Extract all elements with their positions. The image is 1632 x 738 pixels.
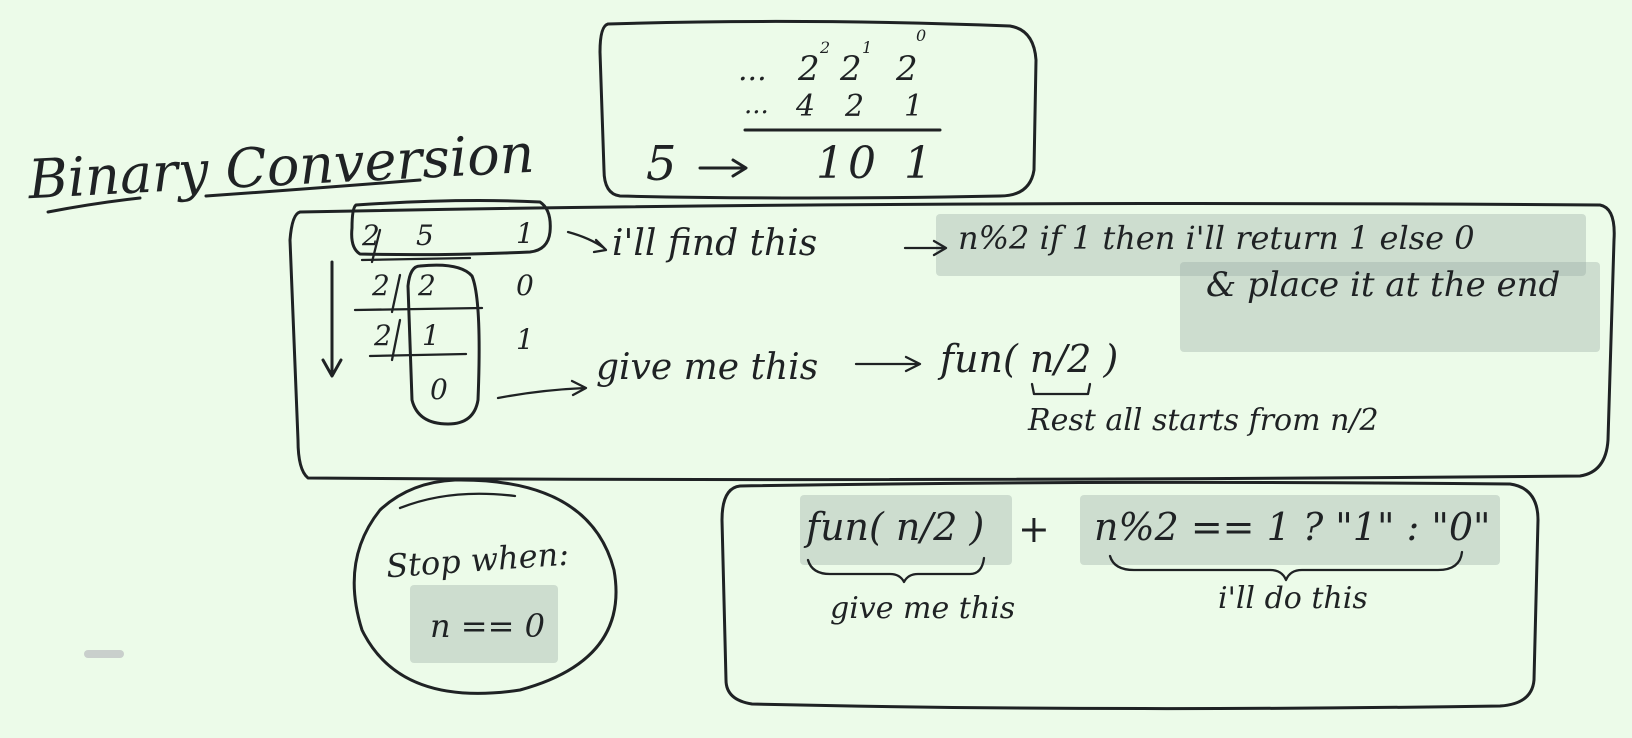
bit-2: 0 — [848, 138, 876, 189]
row2-divisor: 2 — [372, 269, 390, 302]
bit-1: 1 — [816, 138, 844, 189]
power-2-exponent: 2 — [820, 38, 831, 57]
row3-remainder: 1 — [516, 323, 534, 356]
table-rule-1 — [360, 256, 472, 262]
formula-plus: + — [1018, 507, 1050, 551]
input-five: 5 — [646, 136, 677, 192]
final-quotient: 0 — [430, 373, 448, 406]
call-underbrace — [806, 556, 986, 584]
stop-circle-overlap — [398, 492, 517, 510]
power-0: 2 — [896, 49, 918, 89]
row2-remainder: 0 — [516, 269, 534, 302]
horizontal-scrollbar-thumb[interactable] — [84, 650, 124, 658]
power-1: 2 — [840, 49, 862, 89]
row3-divisor: 2 — [374, 319, 392, 352]
arrow-find-expr — [903, 239, 948, 257]
bit-3: 1 — [904, 138, 932, 189]
stop-condition: n == 0 — [430, 607, 545, 645]
table-bracket-2 — [390, 273, 402, 314]
power-0-exponent: 0 — [916, 26, 927, 45]
row1-remainder: 1 — [516, 217, 534, 250]
whiteboard-canvas: Binary Conversion ... 2 2 2 1 2 0 ... 4 … — [0, 0, 1632, 738]
value-2: 2 — [845, 89, 865, 124]
power-1-exponent: 1 — [862, 38, 873, 57]
n-half-underbrace — [1030, 382, 1092, 396]
row1-divisor: 2 — [362, 219, 380, 252]
find-expression: n%2 if 1 then i'll return 1 else 0 — [958, 219, 1475, 257]
ternary-note: i'll do this — [1218, 581, 1368, 616]
row3-dividend: 1 — [422, 319, 440, 352]
arrow-give — [496, 379, 588, 400]
formula-ternary: n%2 == 1 ? "1" : "0" — [1094, 505, 1491, 549]
value-4: 4 — [796, 89, 816, 124]
arrow-find — [566, 230, 608, 254]
row1-dividend: 5 — [416, 219, 434, 252]
value-1: 1 — [904, 89, 924, 124]
table-bracket-3 — [390, 318, 402, 362]
formula-call: fun( n/2 ) — [806, 505, 985, 549]
rest-note: Rest all starts from n/2 — [1028, 403, 1379, 438]
ternary-underbrace — [1108, 550, 1464, 582]
give-label: give me this — [596, 347, 819, 388]
values-lead: ... — [744, 90, 769, 120]
give-expression: fun( n/2 ) — [940, 337, 1119, 381]
powers-lead: ... — [738, 53, 767, 88]
power-2: 2 — [798, 49, 820, 89]
table-rule-2 — [353, 306, 484, 312]
stop-circle — [352, 478, 618, 695]
call-note: give me this — [830, 591, 1016, 626]
down-arrow — [321, 260, 343, 378]
five-arrow — [698, 158, 748, 178]
find-label: i'll find this — [612, 223, 818, 264]
table-rule-3 — [368, 352, 468, 358]
row2-dividend: 2 — [418, 269, 436, 302]
arrow-give-expr — [854, 355, 922, 373]
find-expression-line2: & place it at the end — [1206, 265, 1561, 305]
